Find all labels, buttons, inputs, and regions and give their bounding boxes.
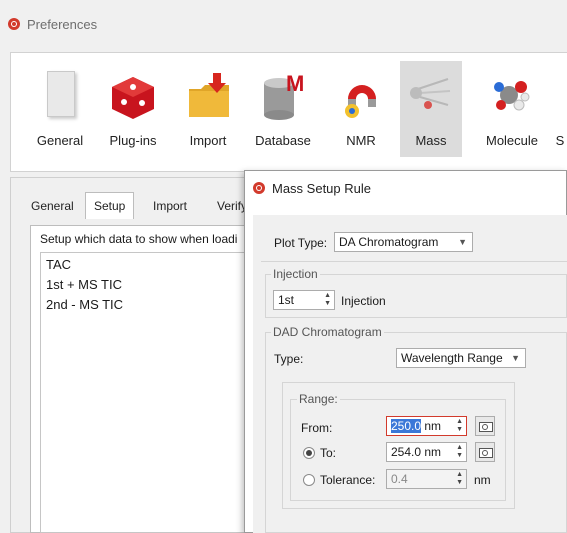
toolbar-item-database[interactable]: M Database <box>247 61 319 157</box>
injection-group-title: Injection <box>271 267 320 281</box>
list-item[interactable]: 1st + MS TIC <box>46 277 122 292</box>
svg-text:M: M <box>286 71 304 96</box>
list-item[interactable]: 2nd - MS TIC <box>46 297 123 312</box>
injection-value: 1st <box>278 293 295 307</box>
divider <box>261 261 567 262</box>
setup-caption: Setup which data to show when loadi <box>40 232 238 246</box>
toolbar-label: S <box>555 133 565 148</box>
plugins-icon <box>106 69 160 123</box>
toolbar-item-import[interactable]: Import <box>172 61 244 157</box>
plot-type-select[interactable]: DA Chromatogram ▼ <box>334 232 473 252</box>
to-value: 254.0 nm <box>391 445 442 459</box>
plot-type-label: Plot Type: <box>274 236 328 250</box>
dad-group-title: DAD Chromatogram <box>271 325 384 339</box>
preferences-title-bar: Preferences <box>8 14 97 34</box>
import-folder-icon <box>181 69 235 123</box>
to-radio[interactable] <box>303 447 315 459</box>
spin-arrows-icon[interactable]: ▲ ▼ <box>324 292 331 308</box>
dialog-title: Mass Setup Rule <box>272 180 371 196</box>
from-label: From: <box>301 421 333 435</box>
toolbar-item-general[interactable]: General <box>24 61 96 157</box>
database-icon: M <box>256 69 310 123</box>
spin-arrows-icon[interactable]: ▲ ▼ <box>456 444 463 460</box>
mass-icon <box>404 69 458 123</box>
toolbar-item-molecule[interactable]: Molecule <box>476 61 548 157</box>
from-unit: nm <box>424 419 442 433</box>
general-icon <box>33 69 87 123</box>
type-select[interactable]: Wavelength Range ▼ <box>396 348 526 368</box>
tolerance-radio[interactable] <box>303 474 315 486</box>
tab-import[interactable]: Import <box>145 195 195 217</box>
app-logo-icon <box>253 182 265 194</box>
toolbar-label: Plug-ins <box>109 133 157 148</box>
toolbar-item-partial[interactable]: S <box>552 61 567 157</box>
toolbar-label: Molecule <box>485 133 539 148</box>
injection-spinbox[interactable]: 1st ▲ ▼ <box>273 290 335 310</box>
molecule-icon <box>485 69 539 123</box>
chevron-down-icon: ▼ <box>511 353 520 363</box>
toolbar-label: Mass <box>415 133 447 148</box>
toolbar-label: General <box>36 133 84 148</box>
injection-label: Injection <box>341 294 386 308</box>
type-value: Wavelength Range <box>401 351 503 365</box>
from-value: 250.0 <box>391 419 422 433</box>
nmr-icon <box>334 69 388 123</box>
partial-icon <box>552 69 567 123</box>
toolbar-label: NMR <box>346 133 376 148</box>
tolerance-unit: nm <box>474 473 491 487</box>
tolerance-label: Tolerance: <box>320 473 376 487</box>
from-spinbox[interactable]: 250.0 nm ▲ ▼ <box>386 416 467 436</box>
dialog-body: Plot Type: DA Chromatogram ▼ Injection 1… <box>253 215 567 533</box>
spin-arrows-icon[interactable]: ▲ ▼ <box>456 471 463 487</box>
tab-general[interactable]: General <box>23 195 82 217</box>
toolbar-label: Database <box>255 133 311 148</box>
chevron-down-icon: ▼ <box>458 237 467 247</box>
type-label: Type: <box>274 352 304 366</box>
tab-setup[interactable]: Setup <box>85 192 135 219</box>
dialog-title-bar: Mass Setup Rule <box>253 178 371 198</box>
range-group-title: Range: <box>297 392 340 406</box>
to-label: To: <box>320 446 337 460</box>
plot-type-value: DA Chromatogram <box>339 235 439 249</box>
setup-data-list[interactable]: TAC 1st + MS TIC 2nd - MS TIC <box>40 252 270 533</box>
app-logo-icon <box>8 18 20 30</box>
from-pick-button[interactable] <box>475 416 495 436</box>
to-spinbox[interactable]: 254.0 nm ▲ ▼ <box>386 442 467 462</box>
toolbar-item-plugins[interactable]: Plug-ins <box>97 61 169 157</box>
toolbar-item-nmr[interactable]: NMR <box>325 61 397 157</box>
toolbar-item-mass[interactable]: Mass <box>400 61 462 157</box>
preferences-toolbar: General Plug-ins Import M Database NMR M… <box>10 52 567 172</box>
list-item[interactable]: TAC <box>46 257 71 272</box>
toolbar-label: Import <box>189 133 227 148</box>
tolerance-spinbox[interactable]: 0.4 ▲ ▼ <box>386 469 467 489</box>
to-pick-button[interactable] <box>475 442 495 462</box>
spin-arrows-icon[interactable]: ▲ ▼ <box>456 418 463 434</box>
tolerance-value: 0.4 <box>391 472 408 486</box>
preferences-title: Preferences <box>27 16 98 32</box>
